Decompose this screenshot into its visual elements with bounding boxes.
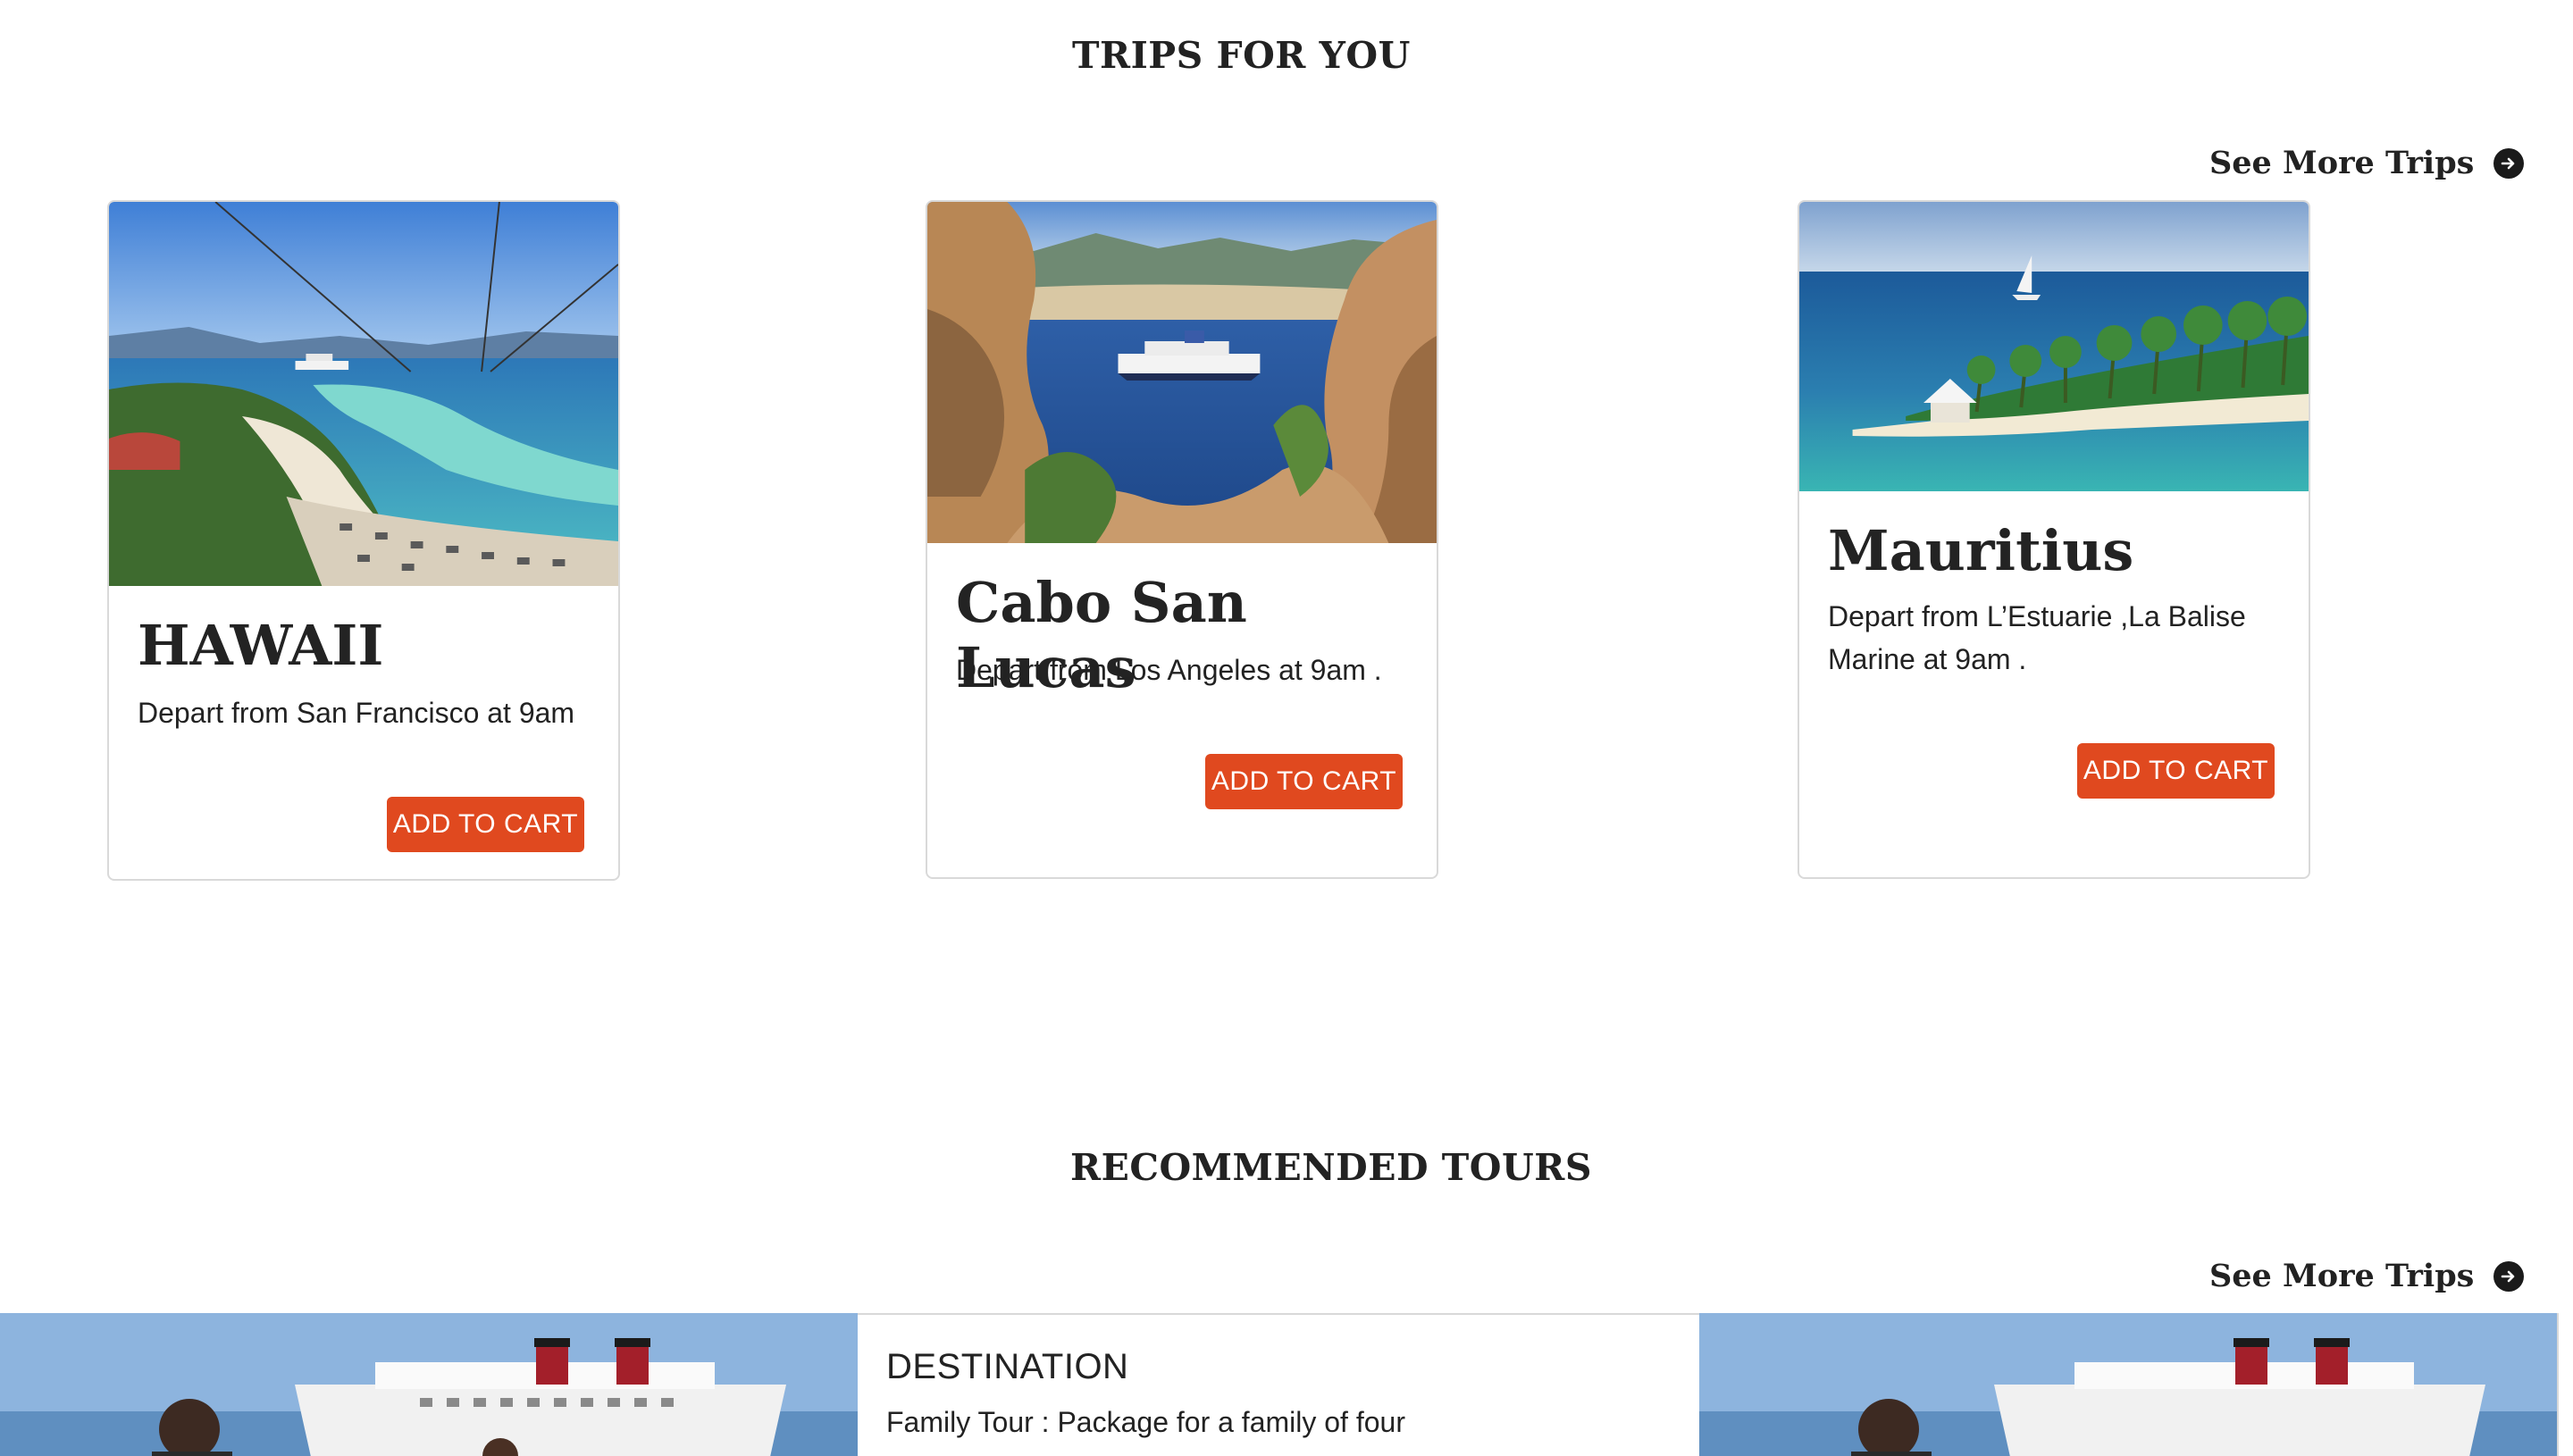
add-to-cart-button[interactable]: ADD TO CART: [1205, 754, 1403, 809]
tour-photo: [1699, 1313, 2557, 1456]
trip-photo-hawaii: [109, 202, 618, 586]
trip-title: HAWAII: [138, 613, 384, 678]
trip-title: Mauritius: [1828, 518, 2134, 583]
add-to-cart-button[interactable]: ADD TO CART: [2077, 743, 2275, 799]
see-more-label: See More Trips: [2209, 1258, 2475, 1294]
tour-description: Family Tour : Package for a family of fo…: [886, 1406, 1405, 1438]
tours-section-title: RECOMMENDED TOURS: [1070, 1146, 1592, 1189]
see-more-tours-link[interactable]: See More Trips: [2209, 1258, 2525, 1294]
trip-photo-cabo-san-lucas: [927, 202, 1437, 543]
trip-photo-mauritius: [1799, 202, 2309, 491]
recommended-tours-carousel: DESTINATION Family Tour : Package for a …: [0, 1311, 2573, 1456]
trip-description: Depart from San Francisco at 9am: [138, 697, 575, 729]
tour-info-panel: DESTINATION Family Tour : Package for a …: [858, 1313, 1699, 1456]
trip-card-mauritius: Mauritius Depart from L’Estuarie ,La Bal…: [1798, 200, 2310, 879]
trip-card-cabo-san-lucas: Cabo San Lucas Depart from Los Angeles a…: [926, 200, 1438, 879]
see-more-label: See More Trips: [2209, 145, 2475, 181]
trips-section-title: TRIPS FOR YOU: [1072, 34, 1411, 77]
trip-card-hawaii: HAWAII Depart from San Francisco at 9am …: [107, 200, 620, 881]
carousel-right-edge: [2557, 1313, 2573, 1456]
trip-description: Depart from L’Estuarie ,La Balise Marine…: [1828, 600, 2246, 675]
add-to-cart-button[interactable]: ADD TO CART: [387, 797, 584, 852]
see-more-trips-link[interactable]: See More Trips: [2209, 145, 2525, 181]
tour-destination-heading: DESTINATION: [886, 1347, 1129, 1386]
tour-photo: [0, 1313, 858, 1456]
trip-description: Depart from Los Angeles at 9am .: [956, 654, 1382, 686]
arrow-right-circle-icon: [2493, 1260, 2525, 1292]
arrow-right-circle-icon: [2493, 147, 2525, 179]
